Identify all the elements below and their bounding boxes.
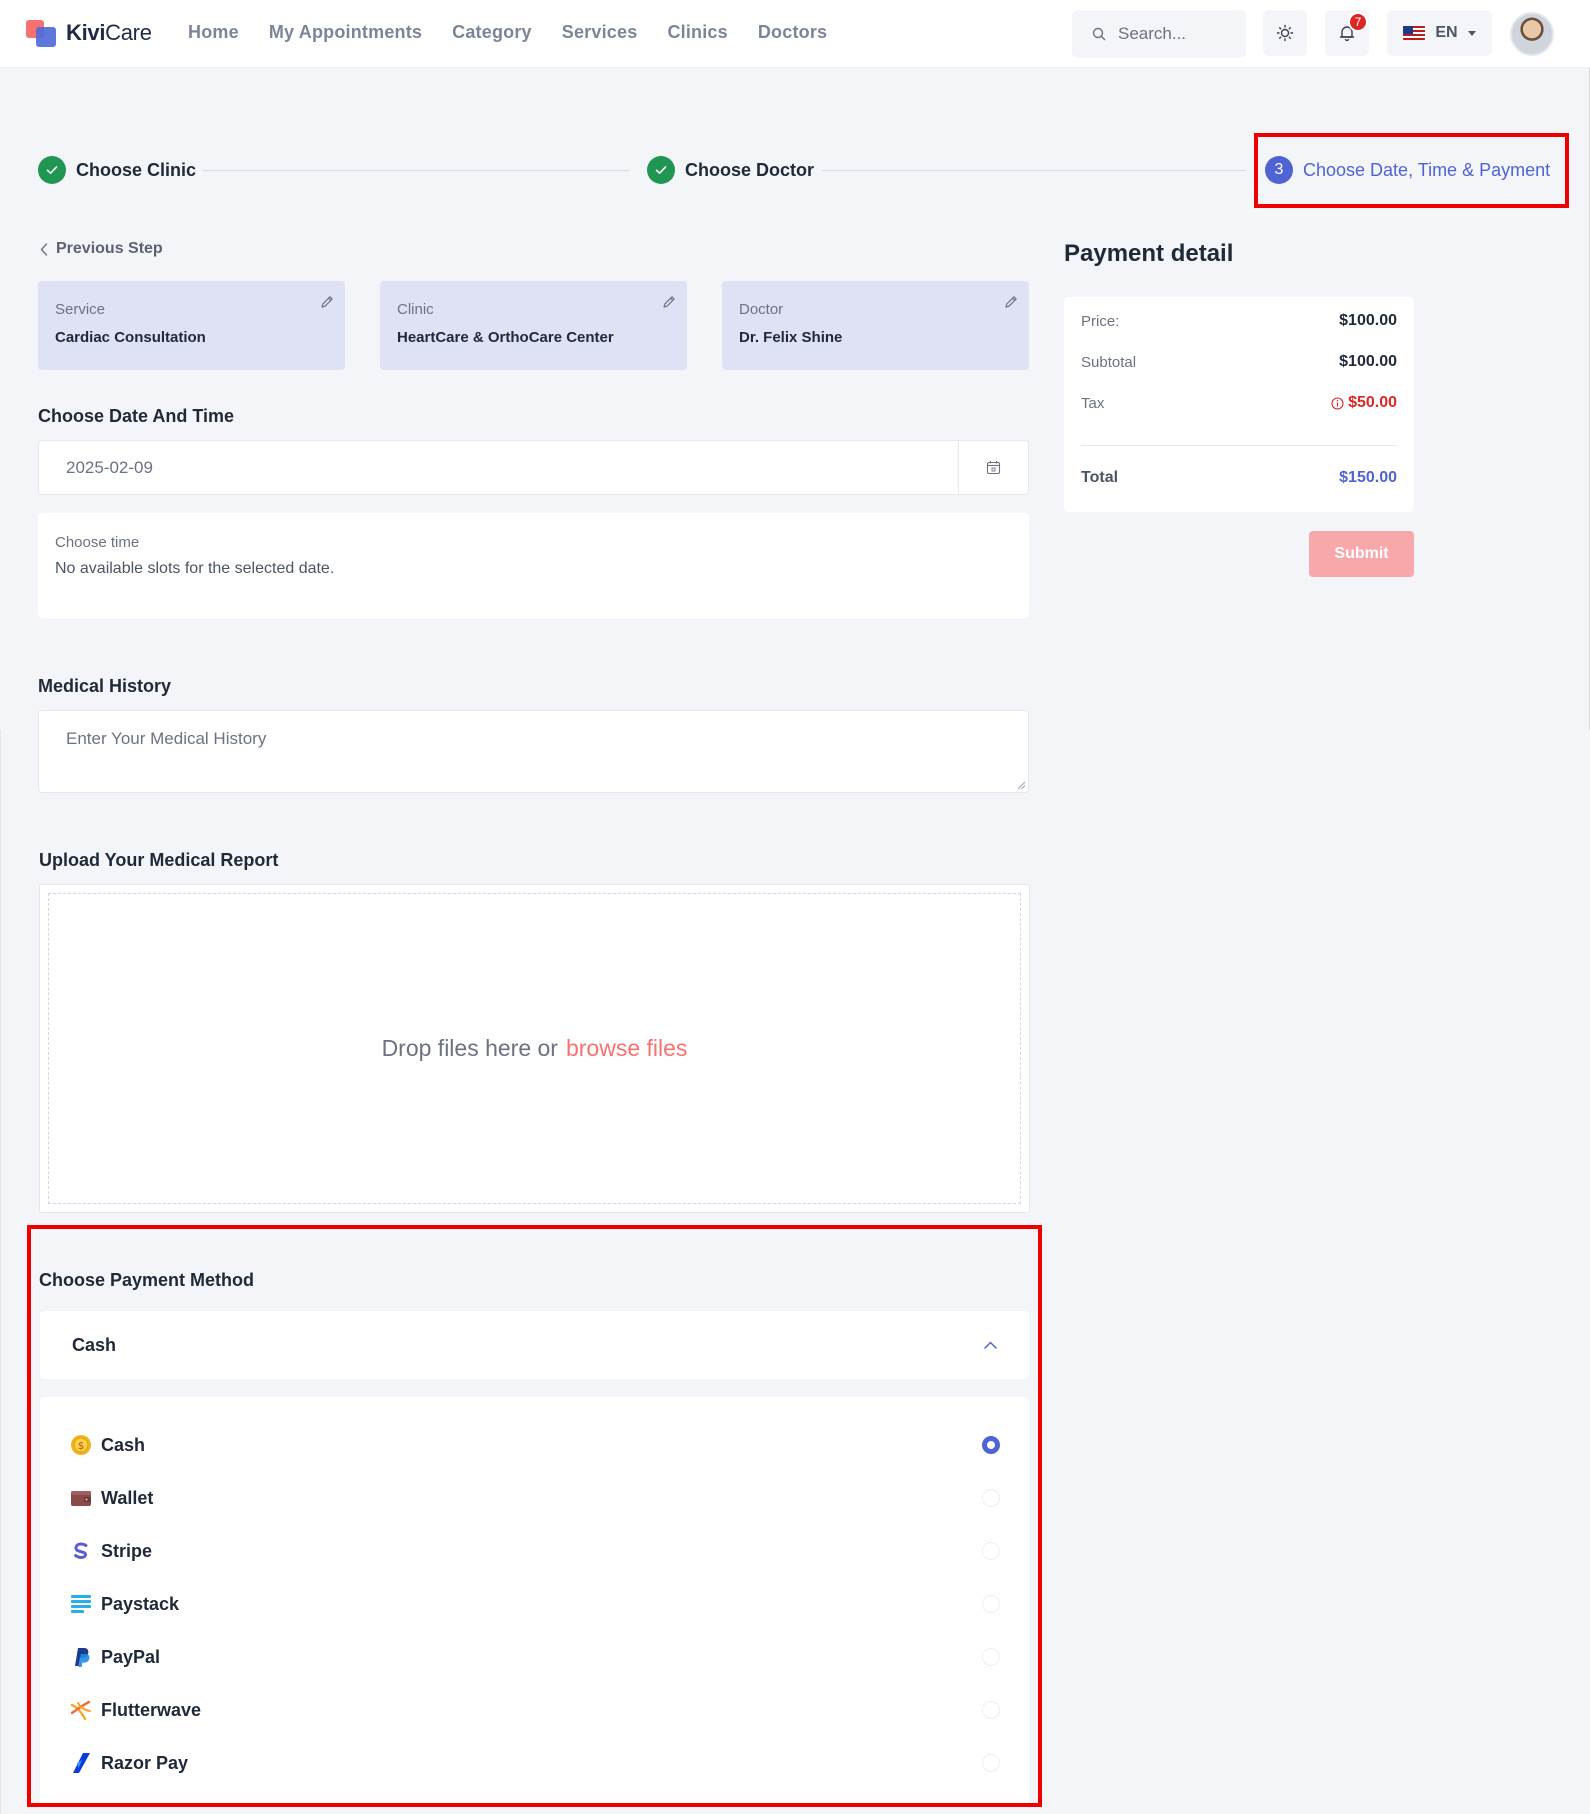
previous-step-link[interactable]: Previous Step: [40, 240, 163, 258]
notification-badge: 7: [1348, 12, 1368, 32]
search-input[interactable]: Search...: [1118, 24, 1186, 44]
medical-history-placeholder: Enter Your Medical History: [66, 729, 267, 748]
pencil-icon[interactable]: [661, 294, 677, 310]
total-value: $150.00: [1339, 469, 1397, 486]
summary-value: Dr. Felix Shine: [739, 329, 843, 346]
highlight-box-payment-method: [27, 1225, 1042, 1807]
step-choose-doctor[interactable]: Choose Doctor: [647, 156, 814, 184]
upload-dropzone-inner: Drop files here or browse files: [48, 893, 1021, 1204]
nav-my-appointments[interactable]: My Appointments: [269, 22, 422, 43]
subtotal-label: Subtotal: [1081, 353, 1137, 371]
chevron-left-icon: [40, 242, 48, 256]
brand-name: KiviCare: [66, 20, 152, 45]
tax-row: Tax $50.00: [1081, 394, 1397, 412]
info-icon[interactable]: [1331, 396, 1344, 410]
no-slots-message: No available slots for the selected date…: [55, 560, 335, 577]
clinic-summary-card: Clinic HeartCare & OrthoCare Center: [380, 281, 687, 370]
subtotal-value: $100.00: [1339, 353, 1397, 370]
check-icon: [38, 156, 66, 184]
pencil-icon[interactable]: [319, 294, 335, 310]
step-connector: [203, 170, 629, 171]
search-box[interactable]: Search...: [1072, 10, 1246, 58]
step-choose-clinic[interactable]: Choose Clinic: [38, 156, 196, 184]
price-label: Price:: [1081, 312, 1120, 330]
date-input[interactable]: 2025-02-09: [38, 440, 1029, 495]
search-icon: [1092, 27, 1106, 41]
service-summary-card: Service Cardiac Consultation: [38, 281, 345, 370]
price-row: Price: $100.00: [1081, 312, 1397, 330]
step-connector: [822, 170, 1246, 171]
language-code: EN: [1435, 24, 1458, 41]
tax-value-wrap: $50.00: [1331, 394, 1397, 412]
highlight-box-step: [1254, 133, 1569, 208]
sun-icon: [1276, 24, 1294, 42]
total-row: Total $150.00: [1081, 469, 1397, 487]
summary-key: Doctor: [739, 301, 784, 318]
previous-step-label: Previous Step: [56, 240, 163, 257]
language-selector[interactable]: EN: [1387, 10, 1492, 56]
subtotal-row: Subtotal $100.00: [1081, 353, 1397, 371]
time-label: Choose time: [55, 534, 140, 551]
upload-text: Drop files here or: [381, 1035, 558, 1061]
total-label: Total: [1081, 469, 1119, 486]
summary-key: Service: [55, 301, 106, 318]
left-gutter: [0, 730, 1, 1814]
submit-button[interactable]: Submit: [1309, 531, 1414, 577]
step-label: Choose Doctor: [685, 159, 815, 180]
theme-toggle-button[interactable]: [1263, 10, 1307, 56]
upload-report-title: Upload Your Medical Report: [39, 850, 279, 870]
brand-logo[interactable]: KiviCare: [26, 17, 152, 49]
choose-time-box: Choose time No available slots for the s…: [38, 513, 1029, 618]
medical-history-input[interactable]: Enter Your Medical History: [38, 710, 1029, 793]
upload-dropzone[interactable]: Drop files here or browse files: [39, 884, 1030, 1213]
resize-handle-icon[interactable]: [1017, 781, 1026, 790]
nav-services[interactable]: Services: [562, 22, 638, 43]
notifications-button[interactable]: 7: [1325, 10, 1369, 56]
nav-doctors[interactable]: Doctors: [758, 22, 827, 43]
medical-history-title: Medical History: [38, 676, 172, 696]
step-label: Choose Clinic: [76, 159, 197, 180]
logo-icon: [26, 17, 58, 49]
pencil-icon[interactable]: [1003, 294, 1019, 310]
main-nav: Home My Appointments Category Services C…: [188, 22, 827, 43]
tax-label: Tax: [1081, 394, 1105, 412]
nav-home[interactable]: Home: [188, 22, 239, 43]
us-flag-icon: [1403, 26, 1426, 40]
caret-down-icon: [1467, 30, 1476, 36]
price-value: $100.00: [1339, 312, 1397, 329]
calendar-button[interactable]: [958, 441, 1028, 494]
tax-value: $50.00: [1348, 394, 1397, 411]
summary-key: Clinic: [397, 301, 434, 318]
divider: [1081, 445, 1397, 446]
doctor-summary-card: Doctor Dr. Felix Shine: [722, 281, 1029, 370]
nav-clinics[interactable]: Clinics: [667, 22, 727, 43]
payment-detail-card: Price: $100.00 Subtotal $100.00 Tax $50.…: [1064, 297, 1414, 512]
date-time-title: Choose Date And Time: [38, 406, 235, 426]
summary-value: Cardiac Consultation: [55, 329, 206, 346]
summary-value: HeartCare & OrthoCare Center: [397, 329, 614, 346]
check-icon: [647, 156, 675, 184]
payment-detail-title: Payment detail: [1064, 240, 1234, 267]
browse-files-link[interactable]: browse files: [566, 1035, 687, 1062]
calendar-icon: [986, 461, 1001, 475]
nav-category[interactable]: Category: [452, 22, 532, 43]
user-avatar[interactable]: [1510, 12, 1554, 56]
date-value: 2025-02-09: [66, 457, 153, 477]
top-header: KiviCare Home My Appointments Category S…: [0, 0, 1590, 68]
